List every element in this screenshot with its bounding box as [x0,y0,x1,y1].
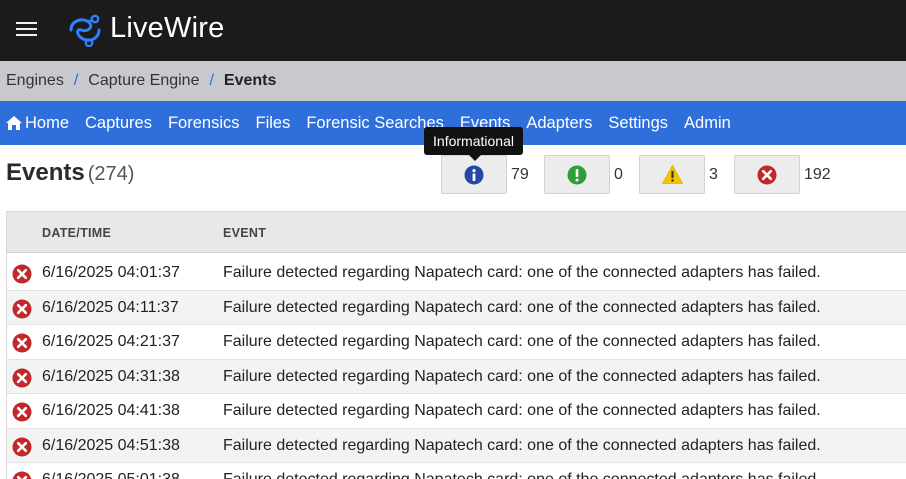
row-date: 6/16/2025 04:11:37 [42,298,179,316]
page-title: Events (274) [6,159,134,187]
row-date: 6/16/2025 04:21:37 [42,333,180,350]
livewire-logo-icon [69,14,101,47]
info-icon [464,165,484,184]
breadcrumb-separator: / [73,72,79,89]
filter-error-button[interactable] [734,155,800,194]
error-icon [757,165,777,184]
nav-forensics[interactable]: Forensics [168,114,240,133]
error-count: 192 [804,166,831,183]
event-total-count: (274) [87,163,135,185]
success-count: 0 [614,166,623,183]
nav-captures[interactable]: Captures [85,114,152,133]
nav-home-label: Home [25,113,70,132]
table-row[interactable]: 6/16/2025 05:01:38 Failure detected regar… [7,463,906,479]
breadcrumb-capture-engine[interactable]: Capture Engine [88,72,199,90]
table-row[interactable]: 6/16/2025 04:31:38 Failure detected regar… [7,359,906,394]
column-header-event[interactable]: EVENT [223,226,266,240]
error-icon [12,264,32,284]
table-row[interactable]: 6/16/2025 04:21:37 Failure detected regar… [7,325,906,360]
home-icon [6,116,22,130]
row-event: Failure detected regarding Napatech card… [223,436,821,454]
nav-home[interactable]: Home [6,114,69,133]
warning-icon [661,165,683,184]
nav-settings[interactable]: Settings [608,114,668,133]
nav-files[interactable]: Files [256,114,291,133]
nav-adapters[interactable]: Adapters [526,114,592,133]
nav-admin[interactable]: Admin [684,114,731,133]
error-icon [12,299,32,318]
table-header: DATE/TIME EVENT [7,212,906,253]
table-row[interactable]: 6/16/2025 04:11:37 Failure detected regar… [7,290,906,325]
row-event: Failure detected regarding Napatech card… [223,333,821,350]
row-date: 6/16/2025 04:31:38 [42,367,180,385]
breadcrumb-events: Events [223,72,277,89]
breadcrumb-separator: / [209,72,214,89]
table-row[interactable]: 6/16/2025 04:41:38 Failure detected regar… [7,394,906,429]
filter-warning-button[interactable] [639,155,705,194]
table-row[interactable]: 6/16/2025 04:51:38 Failure detected regar… [7,428,906,463]
row-event: Failure detected regarding Napatech card… [223,471,821,479]
row-date: 6/16/2025 04:41:38 [42,402,180,419]
filter-success-button[interactable] [544,155,610,194]
hamburger-menu-icon[interactable] [16,21,37,37]
row-date: 6/16/2025 05:01:38 [42,471,180,479]
warning-count: 3 [709,166,718,183]
row-event: Failure detected regarding Napatech card… [223,264,821,281]
row-date: 6/16/2025 04:51:38 [42,436,180,454]
error-icon [12,368,32,387]
error-icon [12,471,32,479]
breadcrumb-engines[interactable]: Engines [6,72,64,90]
column-header-date[interactable]: DATE/TIME [42,226,111,240]
brand-name: LiveWire [110,12,225,44]
exclamation-success-icon [567,165,587,184]
error-icon [12,437,32,456]
page-title-text: Events [6,159,85,186]
table-body: 6/16/2025 04:01:37 Failure detected regar… [7,256,906,479]
top-bar: LiveWire [0,0,906,61]
row-event: Failure detected regarding Napatech card… [223,367,821,385]
error-icon [12,402,32,422]
breadcrumb: Engines / Capture Engine / Events [0,61,906,101]
informational-count: 79 [511,166,529,183]
events-table: DATE/TIME EVENT 6/16/2025 04:01:37 Failur… [6,211,906,479]
row-event: Failure detected regarding Napatech card… [223,298,821,316]
error-icon [12,333,32,353]
table-row[interactable]: 6/16/2025 04:01:37 Failure detected regar… [7,256,906,291]
informational-tooltip: Informational [424,127,523,161]
row-event: Failure detected regarding Napatech card… [223,402,821,419]
row-date: 6/16/2025 04:01:37 [42,264,180,281]
